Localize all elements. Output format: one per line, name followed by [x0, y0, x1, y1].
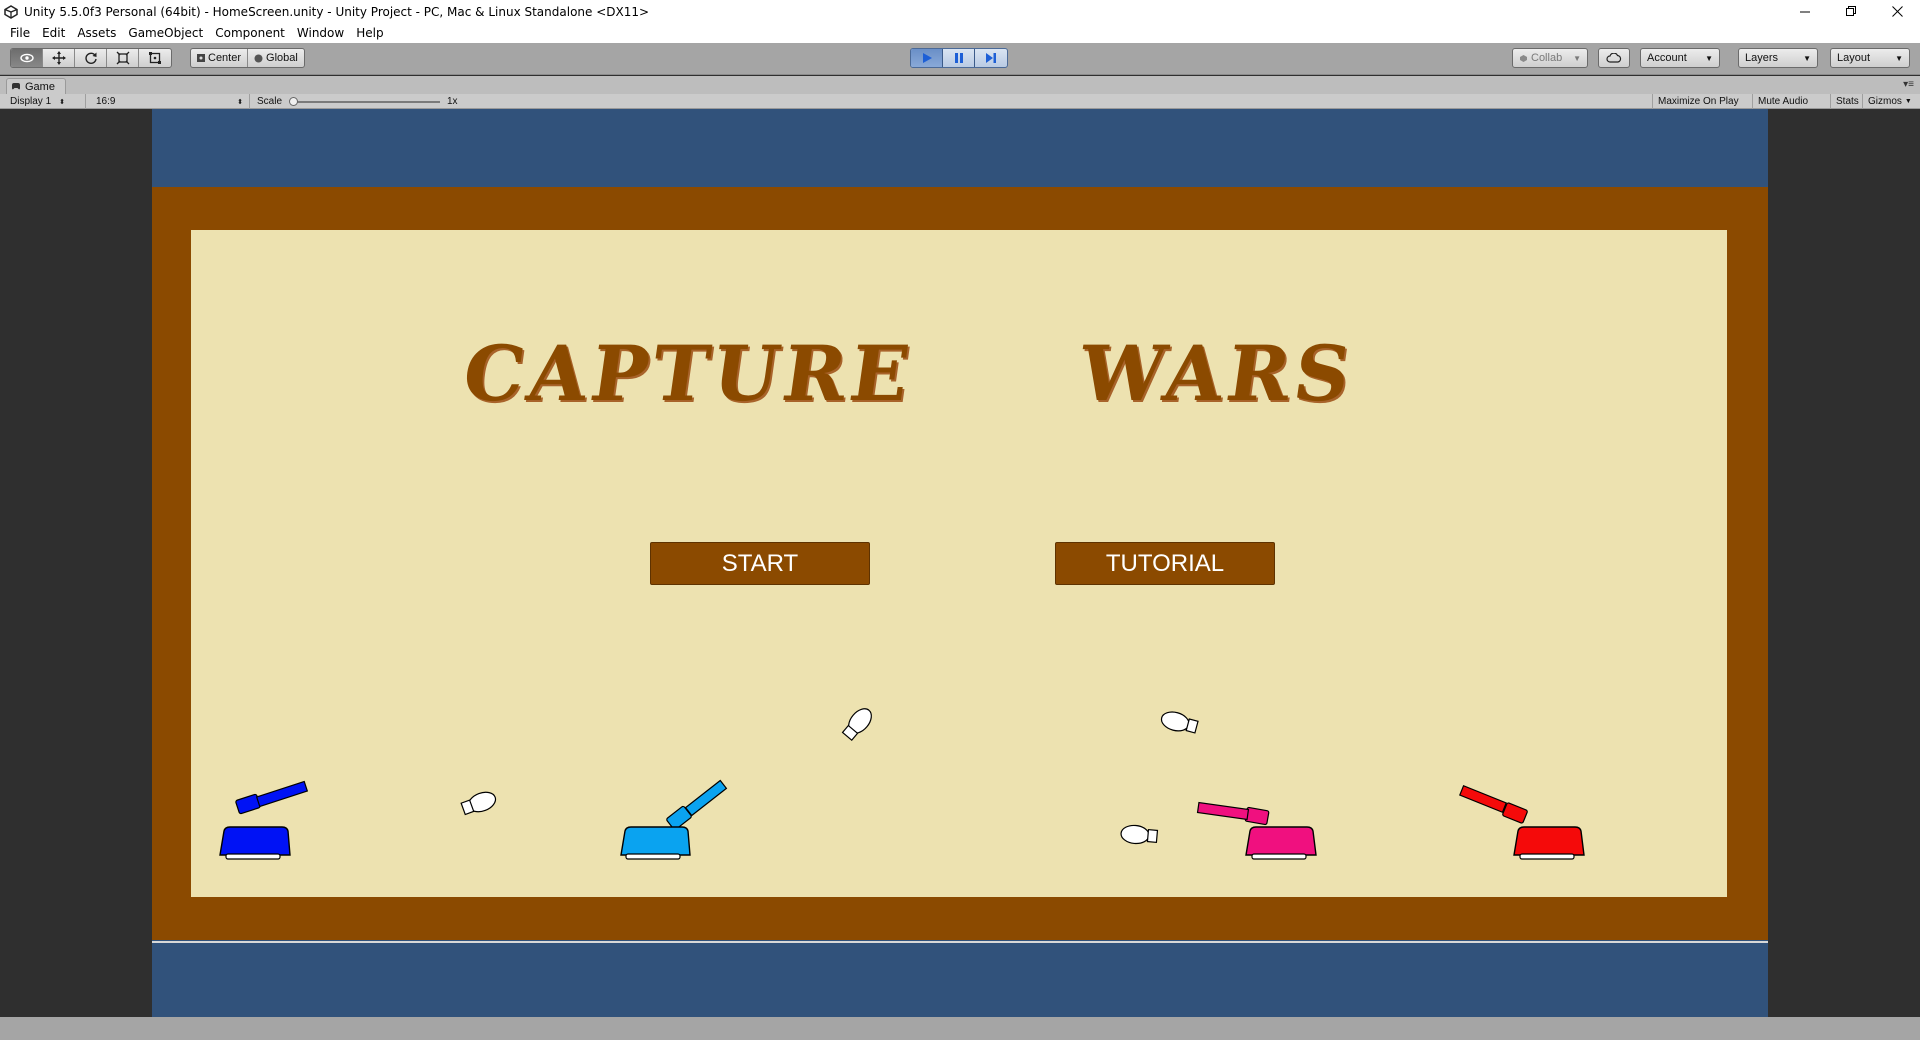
- scale-icon: [116, 51, 129, 65]
- scale-tool-button[interactable]: [107, 49, 139, 67]
- transform-tools: [10, 48, 172, 68]
- minimize-button[interactable]: [1782, 0, 1828, 23]
- scale-label: Scale: [257, 96, 283, 107]
- maximize-on-play-toggle[interactable]: Maximize On Play: [1652, 94, 1744, 109]
- display-dropdown[interactable]: Display 1 ⬍: [4, 94, 86, 109]
- aspect-label: 16:9: [96, 96, 116, 107]
- stats-label: Stats: [1836, 96, 1859, 107]
- shell-3: [1160, 711, 1199, 734]
- play-icon: [922, 53, 932, 63]
- chevron-down-icon: ▼: [1895, 53, 1903, 63]
- pivot-global-label: Global: [266, 52, 298, 64]
- shell-2: [841, 708, 872, 742]
- display-label: Display 1: [10, 96, 52, 107]
- menu-bar: File Edit Assets GameObject Component Wi…: [0, 23, 1920, 43]
- close-button[interactable]: [1874, 0, 1920, 23]
- mute-audio-label: Mute Audio: [1758, 96, 1809, 107]
- game-sprites: [219, 708, 1585, 860]
- eye-icon: [19, 53, 34, 63]
- window-title: Unity 5.5.0f3 Personal (64bit) - HomeScr…: [24, 4, 650, 19]
- main-toolbar: Center Global Collab ▼ Account ▼ Layers …: [0, 43, 1920, 75]
- rotate-icon: [84, 52, 97, 64]
- menu-file[interactable]: File: [4, 26, 36, 40]
- aspect-dropdown[interactable]: 16:9 ⬍: [90, 94, 250, 109]
- globe-icon: [254, 54, 263, 62]
- mute-audio-toggle[interactable]: Mute Audio: [1752, 94, 1813, 109]
- collab-dropdown[interactable]: Collab ▼: [1512, 48, 1588, 68]
- unity-logo-icon: [4, 4, 18, 19]
- rect-tool-button[interactable]: [139, 49, 171, 67]
- step-button[interactable]: [975, 49, 1007, 67]
- tab-game[interactable]: Game: [6, 78, 66, 94]
- window-title-bar: Unity 5.5.0f3 Personal (64bit) - HomeScr…: [0, 0, 1920, 23]
- move-tool-button[interactable]: [43, 49, 75, 67]
- game-view: CAPTURE WARS START TUTORIAL: [0, 109, 1920, 1017]
- scale-value: 1x: [447, 96, 458, 107]
- shell-1: [460, 791, 497, 816]
- tab-strip: Game ▾≡: [0, 76, 1920, 94]
- chevron-down-icon: ▼: [1904, 98, 1912, 105]
- menu-component[interactable]: Component: [209, 26, 291, 40]
- tank-red: [1459, 784, 1585, 860]
- pivot-center-button[interactable]: Center: [191, 49, 249, 67]
- playback-controls: [910, 48, 1008, 68]
- collab-icon: [1520, 54, 1527, 62]
- tab-menu-icon[interactable]: ▾≡: [1903, 79, 1914, 90]
- pivot-toggles: Center Global: [190, 48, 305, 68]
- cloud-button[interactable]: [1598, 48, 1630, 68]
- scale-slider-handle[interactable]: [289, 97, 298, 106]
- game-controller-icon: [12, 83, 20, 90]
- layout-dropdown[interactable]: Layout ▼: [1830, 48, 1910, 68]
- account-dropdown[interactable]: Account ▼: [1640, 48, 1720, 68]
- layout-label: Layout: [1837, 52, 1871, 64]
- gizmos-label: Gizmos: [1868, 96, 1902, 107]
- scale-slider-track[interactable]: [292, 101, 440, 103]
- pivot-center-label: Center: [208, 52, 242, 64]
- step-icon: [986, 53, 996, 63]
- chevron-updown-icon: ⬍: [237, 98, 243, 106]
- menu-assets[interactable]: Assets: [71, 26, 122, 40]
- chevron-down-icon: ▼: [1705, 53, 1713, 63]
- account-label: Account: [1647, 52, 1687, 64]
- status-bar: [0, 1017, 1920, 1040]
- rect-icon: [149, 52, 161, 64]
- restore-icon: [1845, 6, 1856, 16]
- menu-edit[interactable]: Edit: [36, 26, 71, 40]
- tank-pink: [1196, 801, 1317, 860]
- rotate-tool-button[interactable]: [75, 49, 107, 67]
- chevron-down-icon: ▼: [1573, 53, 1581, 63]
- layers-label: Layers: [1745, 52, 1779, 64]
- minimize-icon: [1799, 11, 1810, 13]
- menu-gameobject[interactable]: GameObject: [122, 26, 209, 40]
- tab-game-label: Game: [25, 80, 55, 93]
- close-icon: [1891, 6, 1903, 17]
- collab-label: Collab: [1531, 52, 1563, 64]
- game-viewport: CAPTURE WARS START TUTORIAL: [152, 109, 1768, 1017]
- view-tool-button[interactable]: [11, 49, 43, 67]
- pivot-global-button[interactable]: Global: [248, 49, 304, 67]
- stats-toggle[interactable]: Stats: [1830, 94, 1864, 109]
- pause-button[interactable]: [943, 49, 975, 67]
- chevron-updown-icon: ⬍: [59, 98, 66, 106]
- restore-button[interactable]: [1828, 0, 1874, 23]
- tank-light-blue: [620, 779, 728, 860]
- tank-blue: [219, 780, 309, 860]
- move-icon: [51, 51, 66, 65]
- pause-icon: [954, 53, 963, 63]
- chevron-down-icon: ▼: [1803, 53, 1811, 63]
- menu-window[interactable]: Window: [291, 26, 350, 40]
- gizmos-dropdown[interactable]: Gizmos ▼: [1862, 94, 1917, 109]
- shell-4: [1120, 824, 1159, 845]
- pivot-center-icon: [197, 54, 205, 62]
- maximize-on-play-label: Maximize On Play: [1658, 96, 1739, 107]
- play-button[interactable]: [911, 49, 943, 67]
- layers-dropdown[interactable]: Layers ▼: [1738, 48, 1818, 68]
- cloud-icon: [1606, 53, 1622, 63]
- game-view-header: Display 1 ⬍ 16:9 ⬍ Scale 1x Maximize On …: [0, 94, 1920, 109]
- menu-help[interactable]: Help: [350, 26, 389, 40]
